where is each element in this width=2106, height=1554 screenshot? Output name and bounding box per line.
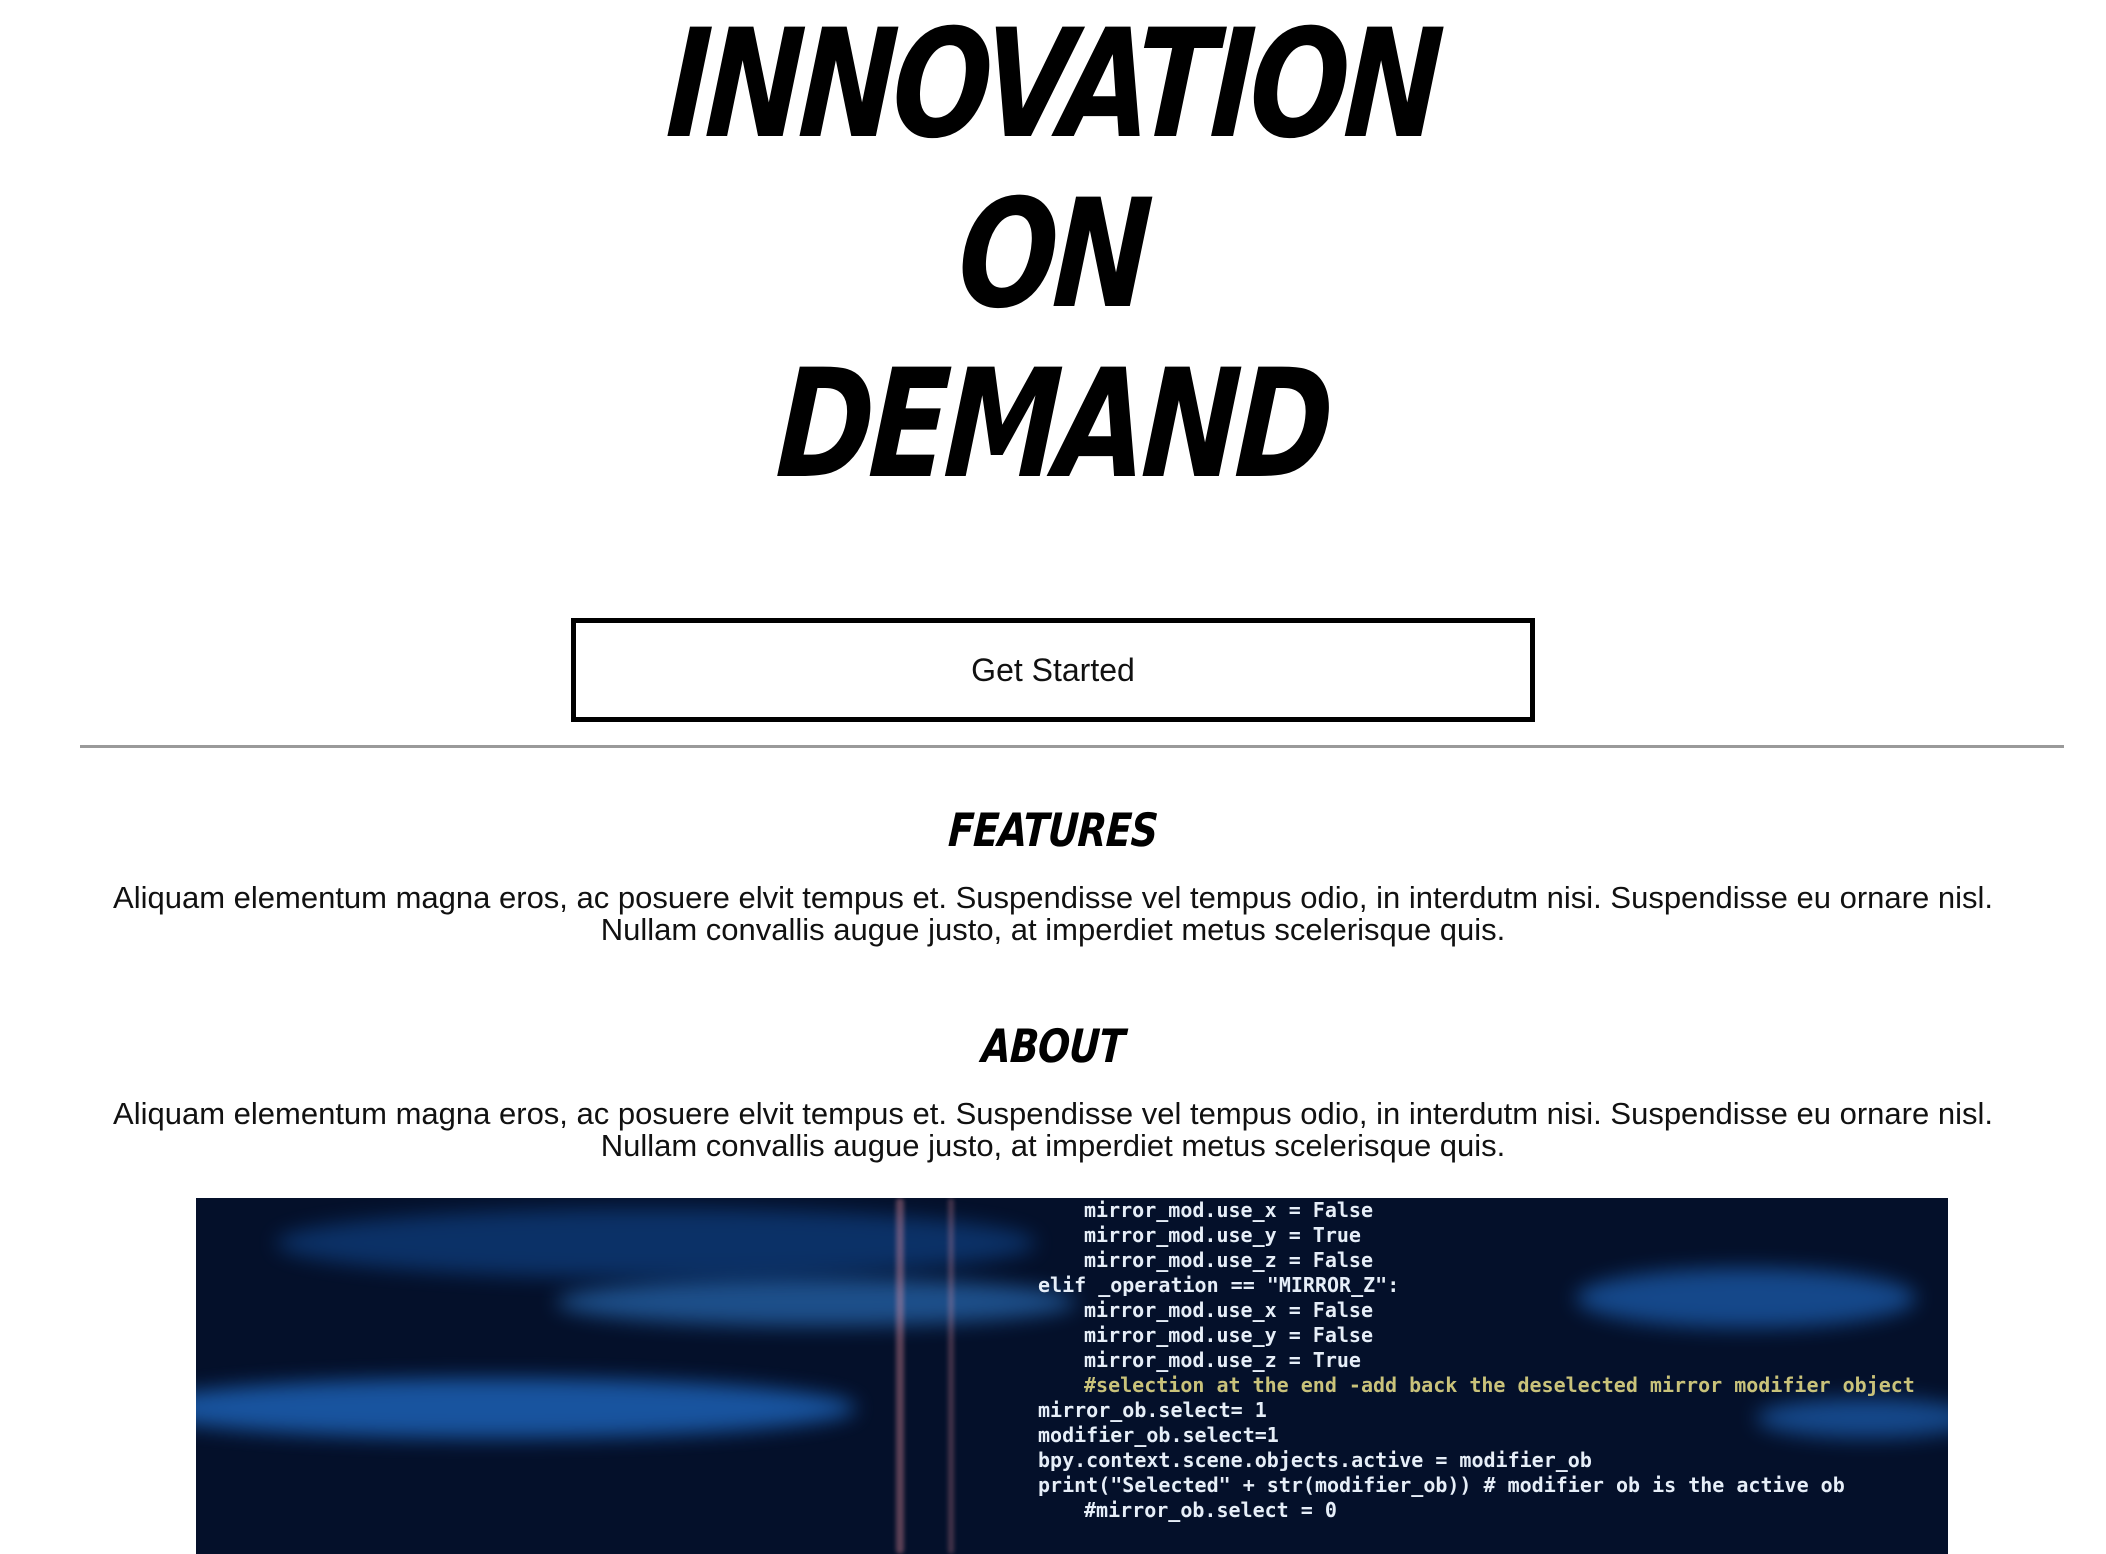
image-glow-left [196,1378,856,1438]
about-section: ABOUT Aliquam elementum magna eros, ac p… [0,1014,2106,1162]
code-line: mirror_ob.select= 1 [1038,1398,1267,1422]
code-line: #mirror_ob.select = 0 [1084,1498,1337,1522]
code-line: mirror_mod.use_y = True [1084,1223,1361,1247]
code-line: mirror_mod.use_y = False [1084,1323,1373,1347]
code-line: mirror_mod.use_z = True [1084,1348,1361,1372]
hero-title-line-1: INNOVATION [662,0,1444,172]
features-text: Aliquam elementum magna eros, ac posuere… [113,880,1993,947]
image-glow-streak [896,1198,904,1554]
hero-title-line-2: ON [954,168,1152,342]
code-line: mirror_mod.use_x = False [1084,1298,1373,1322]
hero-title-line-3: DEMAND [772,338,1334,512]
features-heading: FEATURES [947,803,1159,857]
code-text-block: mirror_mod.use_x = False mirror_mod.use_y… [1038,1198,1915,1523]
code-screenshot-image: mirror_mod.use_x = False mirror_mod.use_y… [196,1198,1948,1554]
section-divider [80,745,2064,748]
cta-container: Get Started [0,618,2106,722]
code-line: mirror_mod.use_z = False [1084,1248,1373,1272]
code-line: print("Selected" + str(modifier_ob)) # m… [1038,1473,1845,1497]
image-glow-streak-2 [948,1198,954,1554]
get-started-button[interactable]: Get Started [571,618,1535,722]
code-line: elif _operation == "MIRROR_Z": [1038,1273,1400,1297]
code-line: bpy.context.scene.objects.active = modif… [1038,1448,1592,1472]
code-line: #selection at the end -add back the dese… [1084,1373,1915,1397]
hero-title: INNOVATION ON DEMAND [0,0,2106,512]
code-line: modifier_ob.select=1 [1038,1423,1279,1447]
about-text: Aliquam elementum magna eros, ac posuere… [113,1096,1993,1163]
image-glow-upper [556,1278,1076,1326]
code-line: mirror_mod.use_x = False [1084,1198,1373,1222]
features-section: FEATURES Aliquam elementum magna eros, a… [0,798,2106,946]
image-glow-top [276,1208,1036,1278]
about-heading: ABOUT [980,1019,1126,1073]
